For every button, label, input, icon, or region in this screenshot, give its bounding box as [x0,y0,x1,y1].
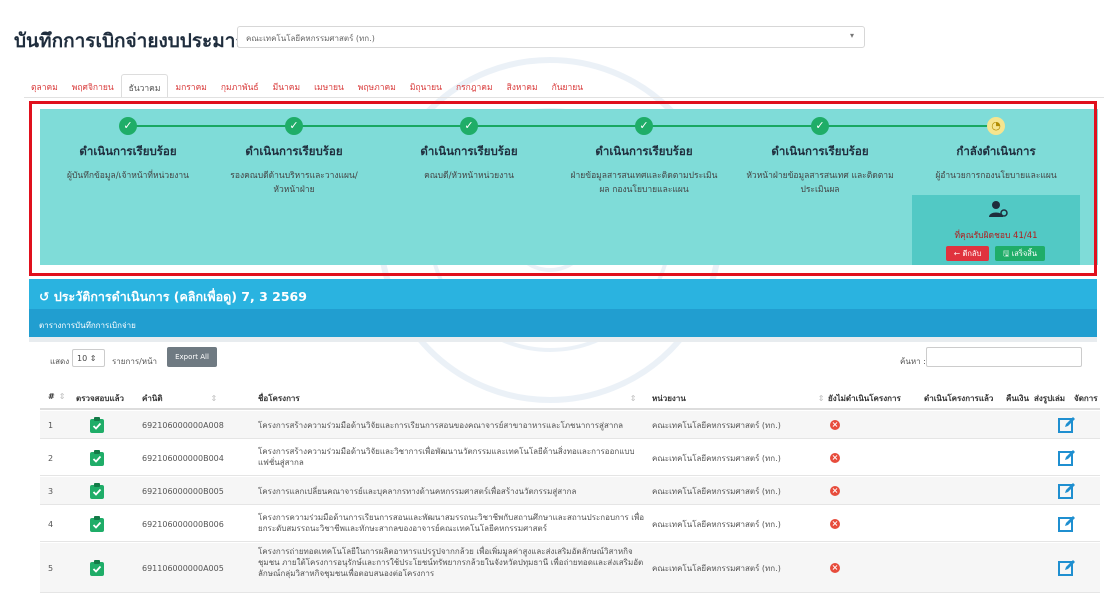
th-not-started[interactable]: ยังไม่ดำเนินโครงการ [828,392,901,405]
search-label: ค้นหา : [900,357,926,366]
sort-icon: ⇕ [210,394,218,403]
row-unit: คณะเทคโนโลยีคหกรรมศาสตร์ (ทก.) [652,487,781,496]
per-page-label: รายการ/หน้า [112,357,158,366]
row-no: 3 [48,487,54,496]
th-label: หน่วยงาน [652,394,686,403]
tab-month-active[interactable]: ธันวาคม [120,74,169,98]
tab-month[interactable]: เมษายน [307,74,351,98]
highlight-outline [29,101,1097,276]
sort-icon: ⇕ [629,394,637,403]
tab-month[interactable]: กรกฎาคม [449,74,500,98]
tab-month[interactable]: ตุลาคม [24,74,65,98]
row-unit: คณะเทคโนโลยีคหกรรมศาสตร์ (ทก.) [652,520,781,529]
history-title: ↺ ประวัติการดำเนินการ (คลิกเพื่อดู) 7, 3… [39,287,307,307]
tab-month[interactable]: มกราคม [168,74,213,98]
edit-icon[interactable] [1058,559,1076,577]
th-no[interactable]: # ⇕ [48,392,65,401]
th-submit-book[interactable]: ส่งรูปเล่ม [1034,392,1065,405]
th-project-name[interactable]: ชื่อโครงการ ⇕ [258,392,636,405]
table-row: 1 692106000000A008 โครงการสร้างความร่วมม… [40,411,1100,439]
unit-select-value: คณะเทคโนโลยีคหกรรมศาสตร์ (ทก.) [246,34,375,43]
row-project-name: โครงการแลกเปลี่ยนคณาจารย์และบุคลากรทางด้… [258,487,577,496]
row-code: 692106000000A008 [142,421,224,430]
table-row: 2 692106000000B004 โครงการสร้างความร่วมม… [40,440,1100,476]
x-circle-icon: × [830,453,840,463]
row-no: 1 [48,421,54,430]
edit-icon[interactable] [1058,416,1076,434]
search-input[interactable] [926,347,1082,367]
row-project-name: โครงการสร้างความร่วมมือด้านวิจัยและวิชาก… [258,447,635,467]
page-size-value: 10 [77,354,88,363]
th-refund[interactable]: คืนเงิน [1006,392,1029,405]
row-no: 4 [48,520,54,529]
row-unit: คณะเทคโนโลยีคหกรรมศาสตร์ (ทก.) [652,564,781,573]
th-checked[interactable]: ตรวจสอบแล้ว [76,392,124,405]
row-code: 692106000000B006 [142,520,224,529]
clipboard-check-icon [90,560,104,576]
x-circle-icon: × [830,486,840,496]
clipboard-check-icon [90,450,104,466]
table-controls: แสดง 10 ⇕ รายการ/หน้า Export All ค้นหา : [40,347,1100,369]
sort-icon: ⇕ [89,354,97,363]
x-circle-icon: × [830,519,840,529]
tab-month[interactable]: กันยายน [545,74,591,98]
unit-select[interactable]: คณะเทคโนโลยีคหกรรมศาสตร์ (ทก.) ▾ [237,26,865,48]
history-icon: ↺ [39,289,54,304]
clipboard-check-icon [90,417,104,433]
row-project-name: โครงการความร่วมมือด้านการเรียนการสอนและพ… [258,513,645,533]
x-circle-icon: × [830,420,840,430]
th-done[interactable]: ดำเนินโครงการแล้ว [924,392,993,405]
table-row: 3 692106000000B005 โครงการแลกเปลี่ยนคณาจ… [40,477,1100,505]
export-all-button[interactable]: Export All [167,347,217,367]
tab-month[interactable]: พฤษภาคม [351,74,403,98]
show-label: แสดง [50,357,70,366]
th-label: คำนิติ [142,394,163,403]
page-size-select[interactable]: 10 ⇕ [72,349,105,367]
row-unit: คณะเทคโนโลยีคหกรรมศาสตร์ (ทก.) [652,421,781,430]
th-code[interactable]: คำนิติ ⇕ [142,392,217,405]
sort-icon: ⇕ [817,394,825,403]
tab-month[interactable]: กุมภาพันธ์ [214,74,266,98]
table-header: # ⇕ ตรวจสอบแล้ว คำนิติ ⇕ ชื่อโครงการ ⇕ หน่ว… [40,380,1100,410]
section-divider [29,337,1097,342]
edit-icon[interactable] [1058,515,1076,533]
tab-month[interactable]: พฤศจิกายน [65,74,121,98]
th-unit[interactable]: หน่วยงาน ⇕ [652,392,825,405]
th-label: ชื่อโครงการ [258,394,300,403]
sort-icon: ⇕ [58,392,66,401]
month-tabs: ตุลาคม พฤศจิกายน ธันวาคม มกราคม กุมภาพัน… [24,74,590,98]
chevron-down-icon: ▾ [849,31,854,40]
row-no: 5 [48,564,54,573]
row-project-name: โครงการถ่ายทอดเทคโนโลยีในการผลิตอาหารแปร… [258,547,644,578]
row-unit: คณะเทคโนโลยีคหกรรมศาสตร์ (ทก.) [652,454,781,463]
page-header: บันทึกการเบิกจ่ายงบประมาณ คณะเทคโนโลยีคห… [0,0,1112,62]
row-code: 691106000000A005 [142,564,224,573]
tab-month[interactable]: มีนาคม [266,74,307,98]
clipboard-check-icon [90,483,104,499]
section-title: ตารางการบันทึกการเบิกจ่าย [39,321,136,330]
tab-month[interactable]: สิงหาคม [500,74,545,98]
th-label: # [48,392,55,401]
clipboard-check-icon [90,516,104,532]
edit-icon[interactable] [1058,449,1076,467]
tabs-divider [24,97,1104,98]
edit-icon[interactable] [1058,482,1076,500]
section-header: ตารางการบันทึกการเบิกจ่าย [29,309,1097,337]
history-toggle[interactable]: ↺ ประวัติการดำเนินการ (คลิกเพื่อดู) 7, 3… [29,279,1097,309]
x-circle-icon: × [830,563,840,573]
th-manage: จัดการ [1074,394,1098,403]
tab-month[interactable]: มิถุนายน [403,74,449,98]
table-row: 5 691106000000A005 โครงการถ่ายทอดเทคโนโล… [40,543,1100,593]
table-row: 4 692106000000B006 โครงการความร่วมมือด้า… [40,506,1100,542]
row-code: 692106000000B004 [142,454,224,463]
row-project-name: โครงการสร้างความร่วมมือด้านวิจัยและการเร… [258,421,624,430]
row-no: 2 [48,454,54,463]
row-code: 692106000000B005 [142,487,224,496]
page-title: บันทึกการเบิกจ่ายงบประมาณ [14,30,254,52]
history-title-text: ประวัติการดำเนินการ (คลิกเพื่อดู) 7, 3 2… [53,289,307,304]
